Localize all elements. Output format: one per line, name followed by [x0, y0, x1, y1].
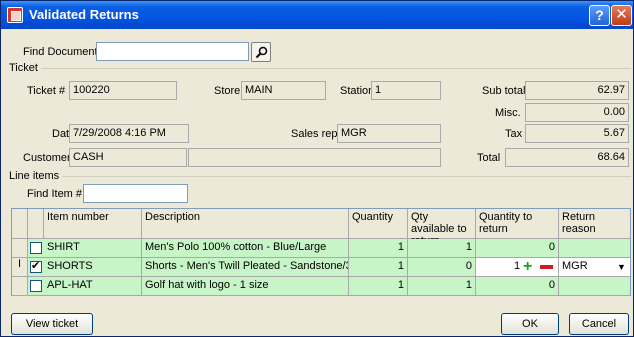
- return-checkbox[interactable]: [30, 280, 42, 292]
- total-field: 68.64: [505, 148, 629, 167]
- help-button[interactable]: ?: [589, 5, 610, 26]
- col-description[interactable]: Description: [142, 209, 349, 239]
- qty-to-return-cell[interactable]: 0: [476, 277, 559, 295]
- col-qty-to-return[interactable]: Quantity to return: [476, 209, 559, 239]
- table-row[interactable]: APL-HAT Golf hat with logo - 1 size 1 1 …: [12, 277, 630, 296]
- table-row[interactable]: SHIRT Men's Polo 100% cotton - Blue/Larg…: [12, 239, 630, 258]
- description-cell: Men's Polo 100% cotton - Blue/Large: [142, 239, 349, 257]
- line-items-group-divider: [11, 176, 631, 177]
- quantity-cell: 1: [349, 239, 408, 257]
- customer-label: Customer: [23, 152, 71, 164]
- grid-header: Item number Description Quantity Qty ava…: [12, 209, 630, 247]
- plus-icon[interactable]: +: [523, 259, 532, 275]
- cancel-button[interactable]: Cancel: [569, 313, 629, 335]
- dropdown-arrow-icon[interactable]: ▼: [617, 262, 626, 272]
- row-gutter: I: [12, 258, 28, 276]
- line-items-grid: Item number Description Quantity Qty ava…: [11, 208, 631, 296]
- misc-label: Misc.: [495, 107, 521, 119]
- gutter-header: [12, 209, 28, 239]
- station-label: Station: [340, 85, 375, 97]
- ticket-group-label: Ticket: [9, 62, 41, 74]
- return-reason-cell[interactable]: [559, 277, 630, 295]
- return-checkbox[interactable]: [30, 259, 42, 273]
- minus-icon[interactable]: [540, 265, 553, 269]
- col-item-number[interactable]: Item number: [44, 209, 142, 239]
- tax-field: 5.67: [525, 124, 629, 143]
- qty-available-cell: 1: [408, 239, 476, 257]
- ticket-number-label: Ticket #: [27, 85, 66, 97]
- search-button[interactable]: [251, 42, 271, 62]
- row-gutter: [12, 277, 28, 295]
- sales-rep-field: MGR: [337, 124, 441, 143]
- select-header: [28, 209, 44, 239]
- window-title: Validated Returns: [29, 7, 139, 22]
- total-label: Total: [477, 152, 501, 164]
- qty-available-cell: 0: [408, 258, 476, 276]
- qty-to-return-cell[interactable]: 0: [476, 239, 559, 257]
- find-item-label: Find Item #: [27, 188, 83, 200]
- item-number-cell: SHIRT: [44, 239, 142, 257]
- ticket-group-divider: [11, 68, 631, 69]
- subtotal-label: Sub total: [482, 85, 526, 97]
- sales-rep-label: Sales rep.: [291, 128, 341, 140]
- col-return-reason[interactable]: Return reason: [559, 209, 630, 239]
- store-label: Store: [214, 85, 241, 97]
- return-reason-cell[interactable]: [559, 239, 630, 257]
- validated-returns-window: Validated Returns ? ✕ Find Document Tick…: [0, 0, 634, 337]
- store-field: MAIN: [241, 81, 326, 100]
- item-number-cell: APL-HAT: [44, 277, 142, 295]
- return-reason-value: MGR: [562, 260, 588, 272]
- ticket-number-field: 100220: [69, 81, 177, 100]
- date-field: 7/29/2008 4:16 PM: [69, 124, 189, 143]
- subtotal-field: 62.97: [525, 81, 629, 100]
- station-field: 1: [371, 81, 441, 100]
- title-bar: Validated Returns ? ✕: [1, 1, 633, 29]
- find-document-label: Find Document: [23, 46, 98, 58]
- qty-to-return-value[interactable]: 1: [514, 260, 520, 272]
- return-checkbox[interactable]: [30, 242, 42, 254]
- quantity-cell: 1: [349, 277, 408, 295]
- line-items-group-label: Line items: [9, 170, 63, 182]
- tax-label: Tax: [505, 128, 523, 140]
- description-cell: Golf hat with logo - 1 size: [142, 277, 349, 295]
- row-gutter: [12, 239, 28, 257]
- customer-name-field: [188, 148, 441, 167]
- return-reason-select[interactable]: MGR ▼: [559, 258, 630, 276]
- find-document-input[interactable]: [96, 42, 249, 61]
- app-icon: [7, 7, 23, 23]
- ok-button[interactable]: OK: [501, 313, 559, 335]
- table-row[interactable]: I SHORTS Shorts - Men's Twill Pleated - …: [12, 258, 630, 277]
- description-cell: Shorts - Men's Twill Pleated - Sandstone…: [142, 258, 349, 276]
- qty-available-cell: 1: [408, 277, 476, 295]
- customer-field: CASH: [69, 148, 187, 167]
- col-quantity[interactable]: Quantity: [349, 209, 408, 239]
- magnifier-icon: [255, 46, 268, 59]
- qty-to-return-editor[interactable]: 1 +: [476, 258, 559, 276]
- misc-field: 0.00: [525, 103, 629, 122]
- item-number-cell: SHORTS: [44, 258, 142, 276]
- close-button[interactable]: ✕: [611, 5, 632, 26]
- view-ticket-button[interactable]: View ticket: [11, 313, 93, 335]
- find-item-input[interactable]: [83, 184, 188, 203]
- col-qty-available[interactable]: Qty available to return: [408, 209, 476, 247]
- quantity-cell: 1: [349, 258, 408, 276]
